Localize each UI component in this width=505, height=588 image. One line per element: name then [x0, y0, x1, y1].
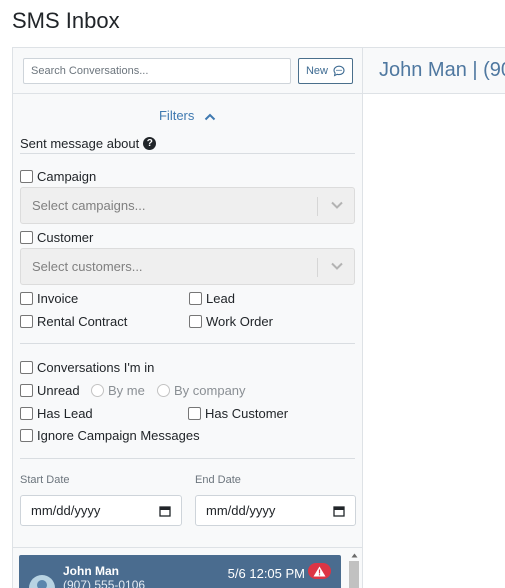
conversation-time: 5/6 12:05 PM: [227, 566, 305, 581]
conversations-im-in-label: Conversations I'm in: [37, 360, 155, 375]
divider: [20, 343, 355, 344]
page-title: SMS Inbox: [12, 8, 120, 33]
lead-checkbox[interactable]: [189, 292, 202, 305]
new-conversation-button[interactable]: New: [298, 58, 353, 84]
calendar-icon[interactable]: [159, 505, 171, 517]
search-input[interactable]: Search Conversations...: [23, 58, 291, 84]
conversations-im-in-checkbox[interactable]: [20, 361, 33, 374]
has-customer-label: Has Customer: [205, 406, 289, 421]
invoice-filter[interactable]: Invoice: [20, 291, 78, 306]
invoice-label: Invoice: [37, 291, 79, 306]
campaign-filter[interactable]: Campaign: [20, 169, 96, 184]
divider: [20, 153, 355, 154]
sms-inbox-page: SMS Inbox Search Conversations... New Fi…: [0, 0, 505, 588]
warning-icon: [313, 566, 326, 576]
campaign-select-placeholder: Select campaigns...: [32, 198, 146, 213]
customer-label: Customer: [37, 230, 94, 245]
invoice-checkbox[interactable]: [20, 292, 33, 305]
unread-filter[interactable]: Unread: [20, 383, 80, 398]
ignore-campaign-checkbox[interactable]: [20, 429, 33, 442]
rental-contract-checkbox[interactable]: [20, 315, 33, 328]
conversations-im-in-filter[interactable]: Conversations I'm in: [20, 360, 154, 375]
question-circle-icon[interactable]: ?: [143, 137, 157, 150]
sent-about-label: Sent message about: [20, 136, 140, 151]
conversation-sidebar: Search Conversations... New Filters Sent…: [12, 47, 363, 588]
chevron-down-icon[interactable]: [330, 261, 344, 271]
conversation-list: John Man (907) 555-0106 5/6 12:05 PM: [13, 547, 362, 588]
start-date-value: mm/dd/yyyy: [31, 503, 101, 518]
ignore-campaign-filter[interactable]: Ignore Campaign Messages: [20, 428, 200, 443]
campaign-checkbox[interactable]: [20, 170, 33, 183]
end-date-input[interactable]: mm/dd/yyyy: [195, 495, 356, 526]
unread-checkbox[interactable]: [20, 384, 33, 397]
has-lead-filter[interactable]: Has Lead: [20, 406, 93, 421]
by-company-radio[interactable]: [157, 384, 170, 397]
chevron-up-icon: [204, 113, 216, 120]
customer-checkbox[interactable]: [20, 231, 33, 244]
by-me-option[interactable]: By me: [91, 383, 145, 398]
search-bar: Search Conversations... New: [13, 48, 362, 94]
chevron-down-icon[interactable]: [330, 200, 344, 210]
user-icon: [37, 580, 47, 588]
has-lead-checkbox[interactable]: [20, 407, 33, 420]
has-customer-filter[interactable]: Has Customer: [188, 406, 288, 421]
scroll-thumb[interactable]: [349, 561, 359, 588]
rental-contract-label: Rental Contract: [37, 314, 128, 329]
sent-about-heading: Sent message about ?: [20, 136, 157, 151]
avatar: [29, 575, 55, 588]
conversation-header: John Man | (907) 555-0106: [363, 47, 505, 94]
end-date-label: End Date: [195, 474, 241, 486]
end-date-value: mm/dd/yyyy: [206, 503, 276, 518]
campaign-select[interactable]: Select campaigns...: [20, 187, 355, 224]
start-date-label: Start Date: [20, 474, 70, 486]
campaign-label: Campaign: [37, 169, 97, 184]
has-lead-label: Has Lead: [37, 406, 93, 421]
work-order-filter[interactable]: Work Order: [189, 314, 273, 329]
select-separator: [317, 258, 318, 277]
lead-filter[interactable]: Lead: [189, 291, 235, 306]
filters-toggle[interactable]: Filters: [13, 108, 362, 123]
divider: [20, 458, 355, 459]
by-company-option[interactable]: By company: [157, 383, 246, 398]
ignore-campaign-label: Ignore Campaign Messages: [37, 428, 200, 443]
conversation-phone: (907) 555-0106: [63, 578, 146, 588]
new-button-label: New: [305, 65, 328, 77]
filters-label: Filters: [158, 108, 195, 123]
calendar-icon[interactable]: [333, 505, 345, 517]
start-date-input[interactable]: mm/dd/yyyy: [20, 495, 182, 526]
work-order-checkbox[interactable]: [189, 315, 202, 328]
conversation-title: John Man | (907) 555-0106: [379, 59, 505, 81]
select-separator: [317, 197, 318, 216]
scroll-up-arrow[interactable]: [349, 550, 359, 560]
has-customer-checkbox[interactable]: [188, 407, 201, 420]
by-me-radio[interactable]: [91, 384, 104, 397]
by-me-label: By me: [108, 383, 145, 398]
customer-select[interactable]: Select customers...: [20, 248, 355, 285]
triangle-up-icon: [351, 553, 357, 557]
conversation-item[interactable]: John Man (907) 555-0106 5/6 12:05 PM: [19, 555, 341, 588]
lead-label: Lead: [206, 291, 235, 306]
conversation-name: John Man: [63, 564, 119, 578]
rental-contract-filter[interactable]: Rental Contract: [20, 314, 127, 329]
alert-badge: [308, 563, 331, 579]
chat-icon: [333, 65, 345, 77]
work-order-label: Work Order: [206, 314, 273, 329]
by-company-label: By company: [174, 383, 246, 398]
customer-filter[interactable]: Customer: [20, 230, 93, 245]
customer-select-placeholder: Select customers...: [32, 259, 143, 274]
unread-label: Unread: [37, 383, 80, 398]
scrollbar[interactable]: [349, 550, 359, 588]
